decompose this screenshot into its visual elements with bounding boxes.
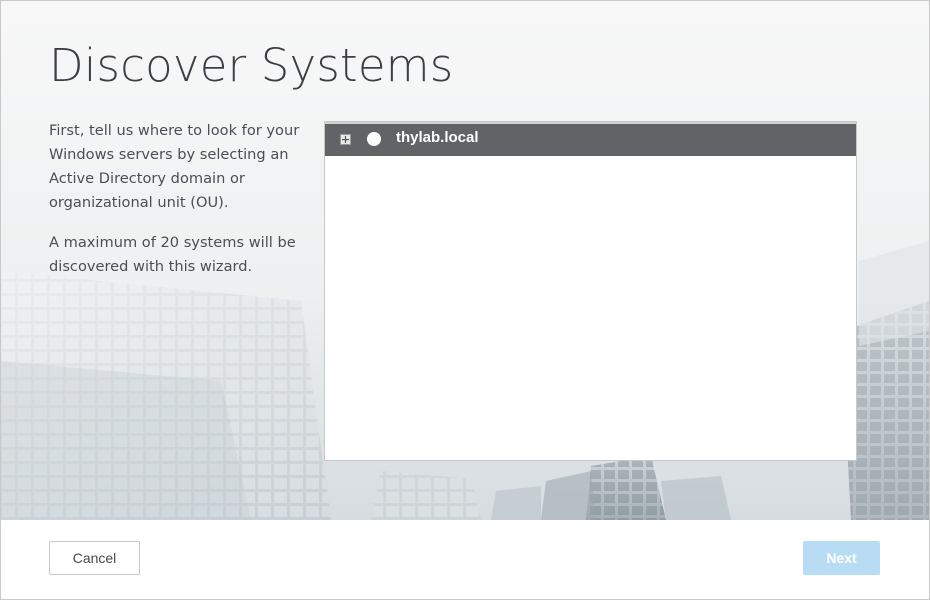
hero-background: Discover Systems First, tell us where to… — [1, 1, 929, 520]
max-systems-note: A maximum of 20 systems will be discover… — [49, 234, 296, 275]
instructions-text: First, tell us where to look for your Wi… — [49, 122, 300, 211]
wizard-footer: Cancel Next — [1, 520, 929, 599]
expand-plus-icon[interactable] — [340, 134, 351, 145]
cancel-button[interactable]: Cancel — [49, 541, 140, 575]
tree-item-domain[interactable]: thylab.local — [325, 122, 856, 156]
domain-tree-panel: thylab.local — [324, 121, 857, 461]
discover-systems-wizard: Discover Systems First, tell us where to… — [0, 0, 930, 600]
next-button[interactable]: Next — [803, 541, 880, 575]
tree-item-label[interactable]: thylab.local — [396, 129, 479, 146]
page-title: Discover Systems — [49, 39, 454, 92]
domain-radio-button[interactable] — [367, 132, 381, 146]
